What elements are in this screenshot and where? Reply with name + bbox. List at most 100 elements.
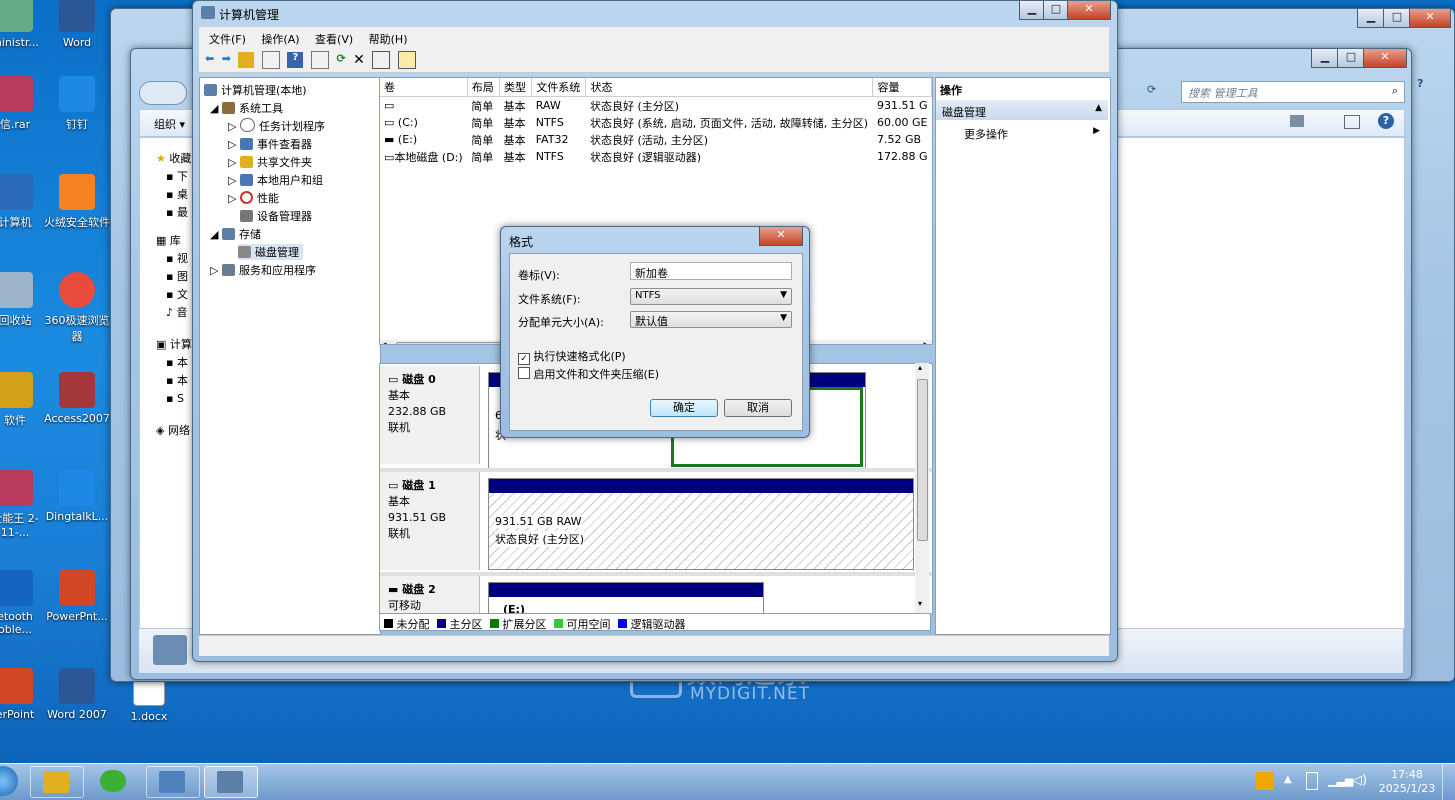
clock[interactable]: 17:48 2025/1/23 (1378, 768, 1436, 796)
search-icon[interactable]: ⌕ (1392, 84, 1398, 98)
taskbar-wechat[interactable] (88, 766, 140, 796)
close-button[interactable]: ✕ (759, 227, 803, 246)
volume-label-input[interactable]: 新加卷 (630, 262, 792, 280)
tree-item-services-apps[interactable]: ▷ 服务和应用程序 (210, 262, 316, 278)
disk-0-label[interactable]: ▭ 磁盘 0 基本 232.88 GB 联机 (380, 366, 480, 464)
sidebar-item[interactable]: ▪ 下 (166, 168, 192, 186)
vertical-scrollbar[interactable]: ▴ ▾ (915, 363, 929, 613)
menu-action[interactable]: 操作(A) (261, 33, 299, 46)
desktop-icon-word2007[interactable]: Word 2007 (42, 668, 112, 721)
scroll-right-icon[interactable]: ▸ (923, 340, 928, 344)
minimize-button[interactable]: ▁ (1357, 9, 1385, 28)
tree-item-event-viewer[interactable]: ▷ 事件查看器 (228, 136, 312, 152)
maximize-button[interactable]: □ (1383, 9, 1411, 28)
column-header-capacity[interactable]: 容量 (872, 78, 932, 97)
minimize-button[interactable]: ▁ (1019, 1, 1045, 20)
sidebar-item[interactable]: ▪ 本 (166, 354, 192, 372)
sidebar-item[interactable]: ♪ 音 (166, 304, 192, 322)
menu-file[interactable]: 文件(F) (209, 33, 246, 46)
disk-2-label[interactable]: ▬ 磁盘 2 可移动 (380, 576, 480, 614)
preview-pane-icon[interactable] (1344, 115, 1360, 129)
disk-2-partition[interactable]: (E:) (488, 582, 764, 614)
menu-help[interactable]: 帮助(H) (369, 33, 408, 46)
menu-view[interactable]: 查看(V) (315, 33, 353, 46)
column-header-status[interactable]: 状态 (585, 78, 874, 97)
show-hide-tree-icon[interactable] (261, 51, 280, 69)
tree-item-root[interactable]: 计算机管理(本地) (204, 82, 307, 98)
actions-section-disk-management[interactable]: 磁盘管理 ▲ (936, 100, 1108, 120)
compression-checkbox[interactable]: 启用文件和文件夹压缩(E) (518, 366, 659, 382)
tray-app-icon[interactable] (1256, 772, 1274, 790)
sidebar-item[interactable]: ▪ 最 (166, 204, 192, 222)
volume-icon[interactable]: ◁) (1352, 773, 1367, 788)
help-icon[interactable]: ? (287, 52, 304, 68)
help-icon[interactable]: ? (1417, 77, 1423, 90)
desktop-icon-huorong[interactable]: 火绒安全软件 (42, 174, 112, 230)
tree-item-local-users[interactable]: ▷ 本地用户和组 (228, 172, 323, 188)
maximize-button[interactable]: □ (1337, 49, 1365, 68)
sidebar-item[interactable]: ▪ 视 (166, 250, 192, 268)
ok-button[interactable]: 确定 (650, 399, 718, 417)
taskbar-explorer[interactable] (30, 766, 84, 798)
tree-item-storage[interactable]: ◢ 存储 (210, 226, 261, 242)
column-header-type[interactable]: 类型 (499, 78, 533, 97)
sidebar-item[interactable]: ▪ S (166, 390, 192, 408)
desktop-icon-word[interactable]: Word (42, 0, 112, 49)
search-box[interactable]: 搜索 管理工具 ⌕ (1181, 81, 1405, 103)
desktop-icon-dingtalk-l[interactable]: DingtalkL... (42, 470, 112, 523)
table-row[interactable]: ▭ 简单 基本 RAW 状态良好 (主分区) 931.51 G (380, 97, 932, 115)
forward-icon[interactable]: ➡ (222, 52, 231, 68)
desktop-icon-dingding[interactable]: 钉钉 (42, 76, 112, 132)
sidebar-favorites[interactable]: ★ 收藏 (156, 150, 192, 168)
close-button[interactable]: ✕ (1409, 9, 1451, 28)
properties-icon[interactable] (310, 51, 329, 69)
table-row[interactable]: ▭本地磁盘 (D:) 简单 基本 NTFS 状态良好 (逻辑驱动器) 172.8… (380, 148, 932, 165)
disk-1-partition[interactable]: 931.51 GB RAW 状态良好 (主分区) (488, 478, 914, 570)
taskbar-computer-management[interactable] (204, 766, 258, 798)
properties-sheet-icon[interactable] (372, 51, 391, 69)
refresh-icon[interactable]: ⟳ (336, 52, 345, 68)
delete-icon[interactable]: ✕ (353, 52, 365, 68)
power-icon[interactable] (1306, 772, 1318, 790)
sidebar-item[interactable]: ▪ 本 (166, 372, 192, 390)
sidebar-computer[interactable]: ▣ 计算 (156, 336, 192, 354)
start-button[interactable] (0, 766, 18, 796)
close-button[interactable]: ✕ (1363, 49, 1407, 68)
scroll-down-icon[interactable]: ▾ (918, 599, 922, 608)
maximize-button[interactable]: □ (1043, 1, 1069, 20)
tree-item-task-scheduler[interactable]: ▷ 任务计划程序 (228, 118, 325, 134)
cancel-button[interactable]: 取消 (724, 399, 792, 417)
table-row[interactable]: ▭ (C:) 简单 基本 NTFS 状态良好 (系统, 启动, 页面文件, 活动… (380, 114, 932, 131)
scroll-up-icon[interactable]: ▴ (918, 363, 922, 372)
refresh-icon[interactable]: ⟳ (1147, 83, 1156, 96)
sidebar-item[interactable]: ▪ 桌 (166, 186, 192, 204)
show-desktop-button[interactable] (1442, 764, 1455, 800)
sidebar-libraries[interactable]: ▦ 库 (156, 232, 192, 250)
tree-item-disk-management[interactable]: 磁盘管理 (238, 244, 303, 260)
scroll-left-icon[interactable]: ◂ (382, 340, 387, 344)
scrollbar-thumb[interactable] (396, 342, 508, 344)
sidebar-item[interactable]: ▪ 文 (166, 286, 192, 304)
taskbar-control-panel[interactable] (146, 766, 200, 798)
back-forward-buttons[interactable] (139, 81, 187, 105)
quick-format-checkbox[interactable]: ✓ 执行快速格式化(P) (518, 348, 626, 365)
checkbox-checked-icon[interactable]: ✓ (518, 353, 530, 365)
network-icon[interactable]: ▁▃▅ (1328, 774, 1353, 787)
tree-item-shared-folders[interactable]: ▷ 共享文件夹 (228, 154, 312, 170)
desktop-icon-360[interactable]: 360极速浏览器 (42, 272, 112, 344)
help-icon[interactable]: ? (1378, 113, 1394, 129)
desktop-icon-powerpnt[interactable]: PowerPnt... (42, 570, 112, 623)
column-header-volume[interactable]: 卷 (380, 78, 468, 97)
sidebar-item[interactable]: ▪ 图 (166, 268, 192, 286)
scrollbar-thumb[interactable] (917, 379, 928, 541)
table-row[interactable]: ▬ (E:) 简单 基本 FAT32 状态良好 (活动, 主分区) 7.52 G… (380, 131, 932, 148)
allocation-unit-select[interactable]: 默认值 ▼ (630, 311, 792, 328)
back-icon[interactable]: ⬅ (205, 52, 214, 68)
collapse-icon[interactable]: ▲ (1095, 103, 1102, 113)
up-folder-icon[interactable] (238, 52, 255, 68)
organize-button[interactable]: 组织 ▾ (154, 116, 185, 132)
sidebar-network[interactable]: ◈ 网络 (156, 422, 192, 440)
minimize-button[interactable]: ▁ (1311, 49, 1339, 68)
show-hidden-icons[interactable]: ▲ (1284, 774, 1292, 785)
close-button[interactable]: ✕ (1067, 1, 1111, 20)
